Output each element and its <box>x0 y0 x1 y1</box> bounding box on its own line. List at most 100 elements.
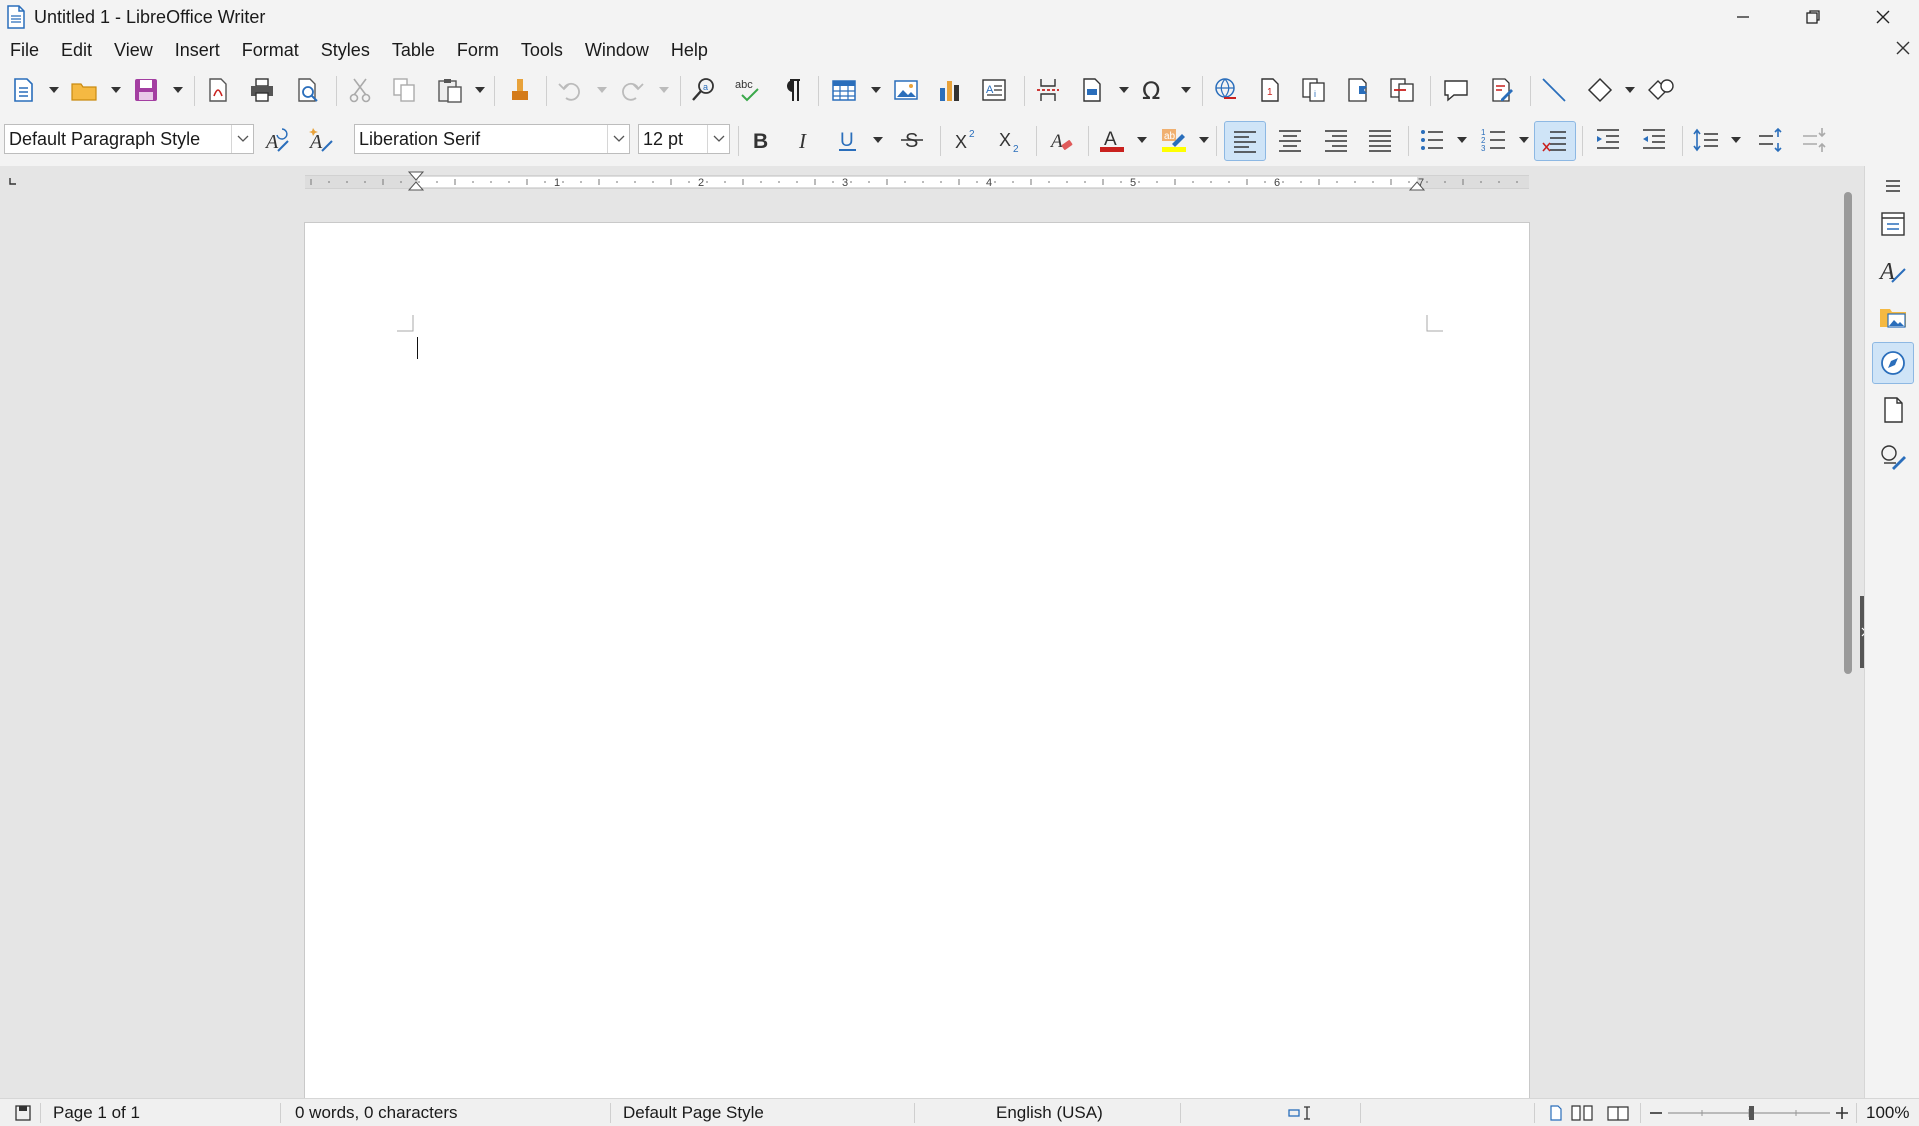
line-spacing-button[interactable] <box>1688 122 1724 158</box>
sidebar-styles[interactable]: A <box>1873 250 1913 290</box>
document-page[interactable] <box>304 222 1530 1098</box>
bookmark-button[interactable] <box>1340 72 1376 108</box>
insert-textbox-button[interactable]: A <box>976 72 1012 108</box>
undo-button[interactable] <box>552 72 588 108</box>
find-replace-button[interactable]: a <box>686 72 722 108</box>
zoom-out-icon[interactable] <box>1648 1105 1664 1121</box>
page-style[interactable]: Default Page Style <box>623 1103 764 1123</box>
close-document-icon[interactable] <box>1893 38 1913 58</box>
undo-dropdown[interactable] <box>596 72 608 108</box>
menu-edit[interactable]: Edit <box>50 35 103 65</box>
font-name-combo[interactable]: Liberation Serif <box>354 124 630 154</box>
new-document-button[interactable] <box>6 72 42 108</box>
track-changes-button[interactable] <box>1484 72 1520 108</box>
save-button[interactable] <box>128 72 164 108</box>
font-color-dropdown[interactable] <box>1136 122 1148 158</box>
cross-reference-button[interactable] <box>1384 72 1420 108</box>
bold-button[interactable]: B <box>742 122 778 158</box>
single-page-view-icon[interactable] <box>1548 1104 1564 1122</box>
menu-table[interactable]: Table <box>381 35 446 65</box>
page-count[interactable]: Page 1 of 1 <box>53 1103 140 1123</box>
open-dropdown[interactable] <box>110 72 122 108</box>
comment-button[interactable] <box>1438 72 1474 108</box>
menu-file[interactable]: File <box>0 35 50 65</box>
new-style-button[interactable]: A <box>304 122 340 158</box>
highlight-color-dropdown[interactable] <box>1198 122 1210 158</box>
decrease-paragraph-spacing-button[interactable] <box>1796 122 1832 158</box>
menu-form[interactable]: Form <box>446 35 510 65</box>
sidebar-page[interactable] <box>1873 390 1913 430</box>
sidebar-navigator[interactable] <box>1872 342 1914 384</box>
document-modified-icon[interactable] <box>14 1104 32 1122</box>
paragraph-style-combo[interactable]: Default Paragraph Style <box>4 124 254 154</box>
restore-button[interactable] <box>1777 0 1849 34</box>
save-dropdown[interactable] <box>172 72 184 108</box>
menu-window[interactable]: Window <box>574 35 660 65</box>
insert-table-dropdown[interactable] <box>870 72 882 108</box>
font-name-dropdown[interactable] <box>607 125 629 153</box>
no-list-button[interactable] <box>1534 121 1576 161</box>
redo-button[interactable] <box>614 72 650 108</box>
unordered-list-button[interactable] <box>1414 122 1450 158</box>
insert-image-button[interactable] <box>888 72 924 108</box>
language[interactable]: English (USA) <box>996 1103 1103 1123</box>
sidebar-manage-changes[interactable] <box>1873 436 1913 476</box>
insert-field-dropdown[interactable] <box>1118 72 1130 108</box>
print-button[interactable] <box>244 72 280 108</box>
align-center-button[interactable] <box>1272 122 1308 158</box>
menu-styles[interactable]: Styles <box>310 35 381 65</box>
strikethrough-button[interactable]: S <box>894 122 930 158</box>
page-break-button[interactable] <box>1030 72 1066 108</box>
special-character-dropdown[interactable] <box>1180 72 1192 108</box>
insert-chart-button[interactable] <box>932 72 968 108</box>
cut-button[interactable] <box>342 72 378 108</box>
paragraph-style-dropdown[interactable] <box>231 125 253 153</box>
align-left-button[interactable] <box>1224 121 1266 161</box>
unordered-list-dropdown[interactable] <box>1456 122 1468 158</box>
clone-formatting-button[interactable] <box>502 72 538 108</box>
print-preview-button[interactable] <box>290 72 326 108</box>
clear-formatting-button[interactable]: A <box>1044 122 1080 158</box>
menu-insert[interactable]: Insert <box>164 35 231 65</box>
special-character-button[interactable]: Ω <box>1136 72 1172 108</box>
copy-button[interactable] <box>386 72 422 108</box>
line-spacing-dropdown[interactable] <box>1730 122 1742 158</box>
insert-table-button[interactable] <box>826 72 862 108</box>
font-size-combo[interactable]: 12 pt <box>638 124 730 154</box>
minimize-button[interactable] <box>1707 0 1779 34</box>
sidebar-gallery[interactable] <box>1873 296 1913 336</box>
menu-view[interactable]: View <box>103 35 164 65</box>
justify-button[interactable] <box>1362 122 1398 158</box>
ordered-list-dropdown[interactable] <box>1518 122 1530 158</box>
close-window-button[interactable] <box>1847 0 1919 34</box>
spelling-button[interactable]: abc <box>730 72 766 108</box>
endnote-button[interactable]: i <box>1296 72 1332 108</box>
draw-functions-button[interactable] <box>1644 72 1680 108</box>
superscript-button[interactable]: X2 <box>948 122 984 158</box>
sidebar-menu-button[interactable] <box>1873 166 1913 206</box>
increase-indent-button[interactable] <box>1590 122 1626 158</box>
sidebar-properties[interactable] <box>1873 204 1913 244</box>
decrease-indent-button[interactable] <box>1636 122 1672 158</box>
menu-help[interactable]: Help <box>660 35 719 65</box>
align-right-button[interactable] <box>1318 122 1354 158</box>
underline-dropdown[interactable] <box>872 122 884 158</box>
basic-shapes-dropdown[interactable] <box>1624 72 1636 108</box>
formatting-marks-button[interactable] <box>774 72 810 108</box>
word-count[interactable]: 0 words, 0 characters <box>295 1103 458 1123</box>
zoom-slider[interactable] <box>1668 1103 1830 1123</box>
tab-stop-selector-icon[interactable] <box>8 176 18 186</box>
menu-format[interactable]: Format <box>231 35 310 65</box>
export-pdf-button[interactable] <box>200 72 236 108</box>
footnote-button[interactable]: 1 <box>1252 72 1288 108</box>
insert-field-button[interactable] <box>1074 72 1110 108</box>
basic-shapes-button[interactable] <box>1582 72 1618 108</box>
ordered-list-button[interactable]: 123 <box>1476 122 1512 158</box>
redo-dropdown[interactable] <box>658 72 670 108</box>
paste-dropdown[interactable] <box>474 72 486 108</box>
horizontal-ruler[interactable]: 1 2 3 4 5 6 7 <box>305 170 1529 192</box>
zoom-level[interactable]: 100% <box>1866 1103 1909 1123</box>
menu-tools[interactable]: Tools <box>510 35 574 65</box>
open-button[interactable] <box>66 72 102 108</box>
insert-line-button[interactable] <box>1536 72 1572 108</box>
